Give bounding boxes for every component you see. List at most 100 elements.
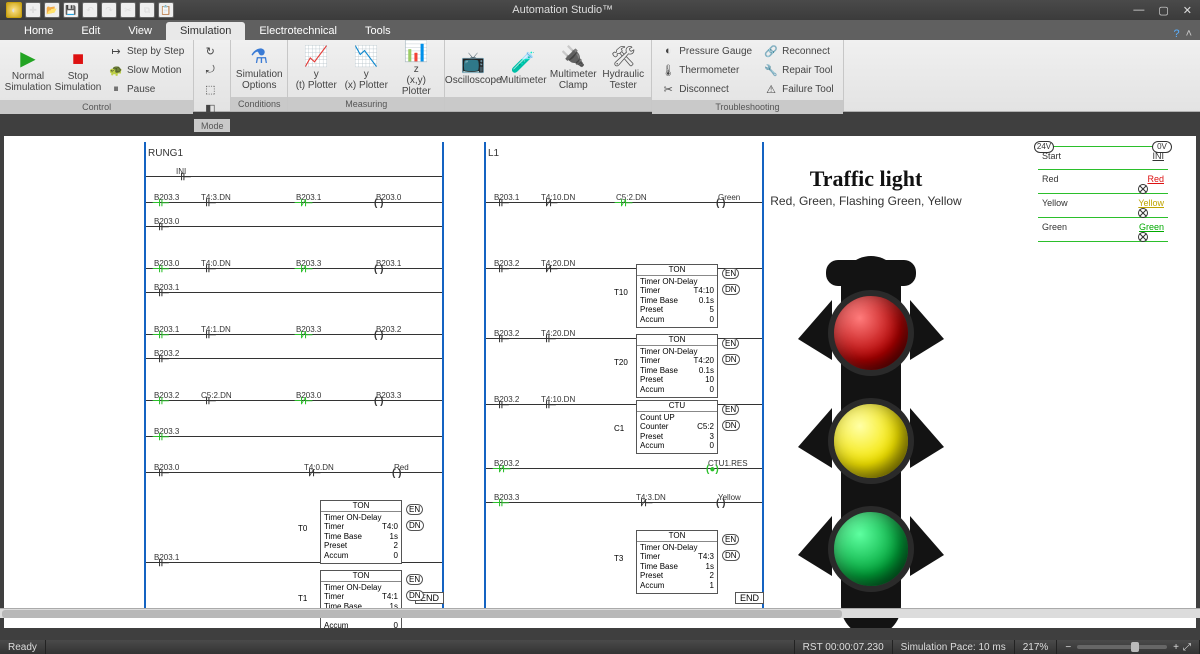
- normal-simulation-button[interactable]: ▶NormalSimulation: [4, 44, 52, 96]
- contact-symbol[interactable]: ⊣∕⊢: [294, 198, 313, 209]
- qat-save-icon[interactable]: 💾: [63, 2, 79, 18]
- ladder-rung[interactable]: B203.2CTU1.RES⊣∕⊢(●): [486, 468, 762, 469]
- ladder-rung[interactable]: B203.1T4:10.DNC5:2.DNGreen⊣⊢⊣∕⊢⊣∕⊢( ): [486, 202, 762, 203]
- tab-home[interactable]: Home: [10, 22, 67, 40]
- contact-symbol[interactable]: ⊣⊢: [199, 330, 216, 341]
- ladder-rung[interactable]: B203.2T4:20.DN⊣⊢⊣⊢: [486, 338, 762, 339]
- qat-new-icon[interactable]: ✚: [25, 2, 41, 18]
- failure-tool-button[interactable]: ⚠Failure Tool: [759, 80, 839, 98]
- ladder-rung[interactable]: B203.3T4:3.DNYellow⊣⊢⊣∕⊢( ): [486, 502, 762, 503]
- drawing-canvas[interactable]: RUNG1 END INI⊣⊢B203.3T4:3.DNB203.1B203.0…: [4, 136, 1196, 628]
- ladder-rung[interactable]: B203.0T4:0.DNRed⊣⊢⊣∕⊢( ): [146, 472, 442, 473]
- scroll-thumb[interactable]: [2, 610, 842, 618]
- hydraulic-tester-button[interactable]: 🛠HydraulicTester: [599, 43, 647, 95]
- qat-redo-icon[interactable]: ↷: [101, 2, 117, 18]
- contact-symbol[interactable]: ⊣⊢: [152, 330, 169, 341]
- contact-symbol[interactable]: ⊣⊢: [199, 396, 216, 407]
- contact-symbol[interactable]: ⊣⊢: [199, 198, 216, 209]
- ladder-rung[interactable]: B203.2C5:2.DNB203.0B203.3⊣⊢⊣⊢⊣∕⊢( ): [146, 400, 442, 401]
- y-x-plotter-button[interactable]: 📉y(x) Plotter: [342, 43, 390, 95]
- contact-symbol[interactable]: ( ): [374, 198, 383, 209]
- contact-symbol[interactable]: ⊣⊢: [539, 400, 556, 411]
- contact-symbol[interactable]: (●): [706, 464, 719, 475]
- contact-symbol[interactable]: ⊣⊢: [492, 334, 509, 345]
- zoom-in-icon[interactable]: +: [1173, 642, 1179, 653]
- ladder-rung[interactable]: INI⊣⊢: [146, 176, 442, 177]
- zoom-knob[interactable]: [1131, 642, 1139, 652]
- qat-copy-icon[interactable]: ⧉: [139, 2, 155, 18]
- contact-symbol[interactable]: ⊣⊢: [152, 198, 169, 209]
- tab-tools[interactable]: Tools: [351, 22, 405, 40]
- pressure-gauge-button[interactable]: ◐Pressure Gauge: [656, 42, 757, 60]
- instruction-block-t20[interactable]: TONTimer ON-DelayTimerT4:20Time Base0.1s…: [636, 334, 718, 398]
- ladder-rung[interactable]: B203.2T4:20.DN⊣⊢⊣∕⊢: [486, 268, 762, 269]
- contact-symbol[interactable]: ⊣⊢: [152, 468, 169, 479]
- multimeter-clamp-button[interactable]: 🔌MultimeterClamp: [549, 43, 597, 95]
- contact-symbol[interactable]: ( ): [716, 198, 725, 209]
- contact-symbol[interactable]: ⊣⊢: [492, 400, 509, 411]
- contact-symbol[interactable]: ⊣⊢: [152, 396, 169, 407]
- minimize-button[interactable]: —: [1133, 4, 1144, 17]
- contact-symbol[interactable]: ⊣⊢: [492, 498, 509, 509]
- contact-symbol[interactable]: ⊣⊢: [174, 172, 191, 183]
- ladder-rung[interactable]: B203.0T4:0.DNB203.3B203.1⊣⊢⊣⊢⊣∕⊢( ): [146, 268, 442, 269]
- contact-symbol[interactable]: ⊣∕⊢: [294, 264, 313, 275]
- contact-symbol[interactable]: ⊣∕⊢: [294, 330, 313, 341]
- instruction-block-t1[interactable]: TONTimer ON-DelayTimerT4:1Time Base1sPre…: [320, 570, 402, 628]
- ladder-rung[interactable]: B203.1T4:1.DNB203.3B203.2⊣⊢⊣⊢⊣∕⊢( ): [146, 334, 442, 335]
- contact-symbol[interactable]: ⊣⊢: [152, 354, 169, 365]
- maximize-button[interactable]: ▢: [1158, 4, 1168, 17]
- contact-symbol[interactable]: ⊣∕⊢: [302, 468, 321, 479]
- contact-symbol[interactable]: ( ): [374, 264, 383, 275]
- disconnect-button[interactable]: ✂Disconnect: [656, 80, 757, 98]
- qat-cut-icon[interactable]: ✂: [120, 2, 136, 18]
- tab-view[interactable]: View: [114, 22, 166, 40]
- multimeter-button[interactable]: 🧪Multimeter: [499, 43, 547, 95]
- simulation-options-button[interactable]: ⚗SimulationOptions: [235, 43, 283, 95]
- thermometer-button[interactable]: 🌡Thermometer: [656, 61, 757, 79]
- instruction-block-c1[interactable]: CTUCount UPCounterC5:2Preset3Accum0: [636, 400, 718, 454]
- y-t-plotter-button[interactable]: 📈y(t) Plotter: [292, 43, 340, 95]
- ladder-rung[interactable]: B203.1⊣⊢: [146, 292, 442, 293]
- step-by-step-button[interactable]: ↦Step by Step: [104, 42, 189, 60]
- ladder-rung[interactable]: B203.3⊣⊢: [146, 436, 442, 437]
- stop-simulation-button[interactable]: ■StopSimulation: [54, 44, 102, 96]
- contact-symbol[interactable]: ⊣∕⊢: [539, 264, 558, 275]
- contact-symbol[interactable]: ⊣⊢: [199, 264, 216, 275]
- repair-tool-button[interactable]: 🔧Repair Tool: [759, 61, 839, 79]
- qat-open-icon[interactable]: 📂: [44, 2, 60, 18]
- contact-symbol[interactable]: ( ): [374, 396, 383, 407]
- help-icon[interactable]: ?: [1173, 28, 1179, 40]
- instruction-block-t3[interactable]: TONTimer ON-DelayTimerT4:3Time Base1sPre…: [636, 530, 718, 594]
- z-x-y-plotter-button[interactable]: 📊z(x,y) Plotter: [392, 43, 440, 95]
- tab-electrotechnical[interactable]: Electrotechnical: [245, 22, 351, 40]
- slow-motion-button[interactable]: 🐢Slow Motion: [104, 61, 189, 79]
- contact-symbol[interactable]: ⊣∕⊢: [614, 198, 633, 209]
- zoom-fit-icon[interactable]: ⤢: [1183, 642, 1191, 653]
- contact-symbol[interactable]: ( ): [716, 498, 725, 509]
- icon-button[interactable]: ⤾: [198, 61, 226, 79]
- instruction-block-t0[interactable]: TONTimer ON-DelayTimerT4:0Time Base1sPre…: [320, 500, 402, 564]
- contact-symbol[interactable]: ( ): [392, 468, 401, 479]
- contact-symbol[interactable]: ( ): [374, 330, 383, 341]
- pause-button[interactable]: ⏸Pause: [104, 80, 189, 98]
- horizontal-scrollbar[interactable]: [0, 608, 1200, 618]
- tab-simulation[interactable]: Simulation: [166, 22, 245, 40]
- ladder-rung[interactable]: B203.0⊣⊢: [146, 226, 442, 227]
- ladder-rung[interactable]: B203.3T4:3.DNB203.1B203.0⊣⊢⊣⊢⊣∕⊢( ): [146, 202, 442, 203]
- zoom-out-icon[interactable]: −: [1065, 642, 1071, 653]
- contact-symbol[interactable]: ⊣⊢: [152, 264, 169, 275]
- ribbon-collapse-icon[interactable]: ˄: [1186, 28, 1192, 40]
- tab-edit[interactable]: Edit: [67, 22, 114, 40]
- reconnect-button[interactable]: 🔗Reconnect: [759, 42, 839, 60]
- contact-symbol[interactable]: ⊣⊢: [152, 558, 169, 569]
- contact-symbol[interactable]: ⊣⊢: [152, 432, 169, 443]
- ladder-rung[interactable]: B203.2⊣⊢: [146, 358, 442, 359]
- oscilloscope-button[interactable]: 📺Oscilloscope: [449, 43, 497, 95]
- contact-symbol[interactable]: ⊣⊢: [539, 334, 556, 345]
- contact-symbol[interactable]: ⊣⊢: [152, 288, 169, 299]
- app-logo-icon[interactable]: ◐: [6, 2, 22, 18]
- contact-symbol[interactable]: ⊣∕⊢: [492, 464, 511, 475]
- icon-button[interactable]: ◧: [198, 99, 226, 117]
- icon-button[interactable]: ⬚: [198, 80, 226, 98]
